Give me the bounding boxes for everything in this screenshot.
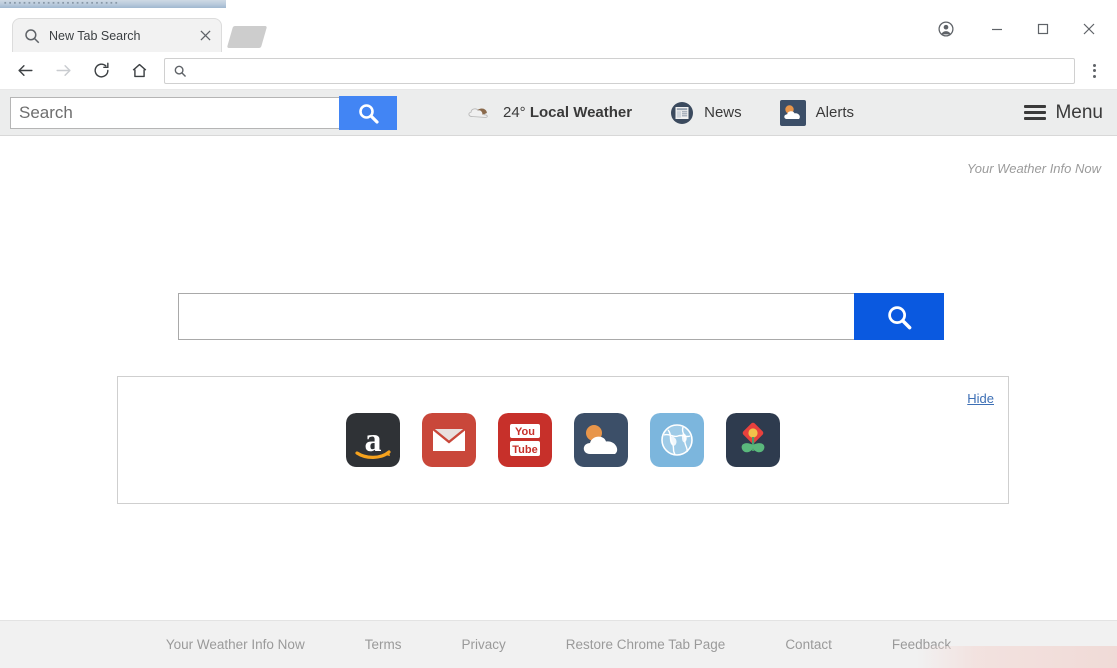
shortcut-tile-weather[interactable] <box>574 413 628 467</box>
cloud-weather-icon <box>465 103 493 123</box>
hamburger-icon <box>1024 105 1047 120</box>
search-icon <box>23 27 41 45</box>
search-icon <box>173 64 187 78</box>
browser-tab-strip: New Tab Search <box>0 8 1117 52</box>
close-icon[interactable] <box>197 28 213 44</box>
top-strip-text: ▪ ▪ ▪ ▪ ▪ ▪ ▪ ▪ ▪ ▪ ▪ ▪ ▪ ▪ ▪ ▪ ▪ ▪ ▪ ▪ … <box>4 0 118 7</box>
extension-search-input[interactable]: Search <box>10 96 340 129</box>
main-search-bar <box>178 293 944 340</box>
footer-link-contact[interactable]: Contact <box>785 637 832 652</box>
page-brand-text: Your Weather Info Now <box>966 161 1101 176</box>
newspaper-icon <box>670 101 694 125</box>
profile-avatar-icon[interactable] <box>930 13 962 45</box>
maximize-button[interactable] <box>1020 14 1066 44</box>
footer-link-terms[interactable]: Terms <box>365 637 402 652</box>
browser-toolbar <box>0 52 1117 90</box>
reload-icon[interactable] <box>87 57 115 85</box>
svg-text:a: a <box>365 422 382 459</box>
extension-item-news[interactable]: News <box>670 101 742 125</box>
close-button[interactable] <box>1066 14 1112 44</box>
main-search-input[interactable] <box>178 293 854 340</box>
main-search-button[interactable] <box>854 293 944 340</box>
extension-item-label-news: News <box>704 104 742 121</box>
shortcut-tile-youtube[interactable]: You Tube <box>498 413 552 467</box>
browser-tab-title: New Tab Search <box>49 28 141 43</box>
back-arrow-icon[interactable] <box>11 57 39 85</box>
svg-text:Tube: Tube <box>512 444 537 456</box>
home-icon[interactable] <box>125 57 153 85</box>
new-tab-page-content: Your Weather Info Now Hide a You Tube Yo… <box>0 137 1117 668</box>
extension-item-label-alerts: Alerts <box>815 104 854 121</box>
footer-link-restore-chrome-tab-page[interactable]: Restore Chrome Tab Page <box>566 637 726 652</box>
extension-item-local-weather[interactable]: 24° Local Weather <box>465 103 632 123</box>
extension-links: 24° Local Weather News Alerts <box>465 99 892 126</box>
extension-toolbar: Search 24° Local Weather News Alerts Men… <box>0 90 1117 136</box>
page-top-cutoff-strip: ▪ ▪ ▪ ▪ ▪ ▪ ▪ ▪ ▪ ▪ ▪ ▪ ▪ ▪ ▪ ▪ ▪ ▪ ▪ ▪ … <box>0 0 226 8</box>
shortcut-tile-world[interactable] <box>650 413 704 467</box>
extension-item-alerts[interactable]: Alerts <box>779 99 854 126</box>
extension-item-label-local-weather: Local Weather <box>529 104 633 121</box>
shortcut-tile-gmail[interactable] <box>422 413 476 467</box>
footer-link-privacy[interactable]: Privacy <box>461 637 505 652</box>
forward-arrow-icon <box>49 57 77 85</box>
bottom-right-partial-artifact <box>917 646 1117 668</box>
shortcut-tile-amazon[interactable]: a <box>346 413 400 467</box>
sun-cloud-alert-icon <box>779 99 806 126</box>
weather-temperature: 24° <box>503 104 526 121</box>
three-dot-menu-icon[interactable] <box>1081 57 1107 85</box>
minimize-button[interactable] <box>974 14 1020 44</box>
svg-text:You: You <box>515 426 535 438</box>
address-bar[interactable] <box>164 57 1075 84</box>
shortcut-tiles-row: a You Tube <box>118 377 1008 503</box>
window-controls <box>974 14 1112 44</box>
new-tab-icon[interactable] <box>226 26 268 48</box>
shortcut-tile-garden[interactable] <box>726 413 780 467</box>
extension-search-placeholder: Search <box>19 102 73 122</box>
shortcut-tiles-panel: Hide a You Tube <box>117 376 1009 504</box>
footer-link-your-weather-info-now[interactable]: Your Weather Info Now <box>166 637 305 652</box>
browser-tab[interactable]: New Tab Search <box>12 18 222 52</box>
extension-menu-button[interactable]: Menu <box>1024 102 1103 124</box>
extension-menu-label: Menu <box>1055 101 1103 123</box>
extension-search-button[interactable] <box>339 95 397 130</box>
